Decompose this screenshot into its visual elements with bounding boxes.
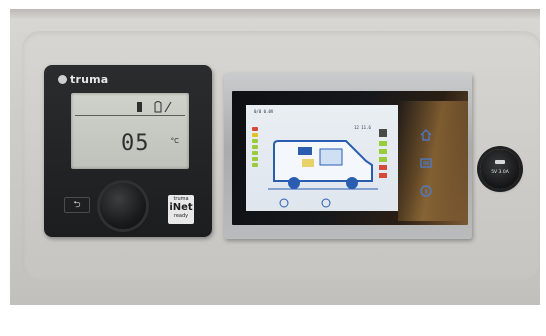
back-arrow-icon: ⮌ xyxy=(73,200,81,210)
vehicle-status-screen[interactable]: 0/0 0.0V 12 11.6 xyxy=(246,105,398,211)
glass-reflection xyxy=(398,101,468,221)
screen-status-right: 12 11.6 xyxy=(354,125,371,130)
screen-status-left: 0/0 0.0V xyxy=(254,109,274,114)
level-indicator-left xyxy=(252,127,260,169)
touch-display-frame: 0/0 0.0V 12 11.6 xyxy=(224,73,472,239)
truma-brand-label: truma xyxy=(70,73,109,86)
rotary-knob[interactable] xyxy=(100,183,146,229)
temperature-readout: 05 xyxy=(121,131,150,156)
photo: truma 05 °C ⮌ truma iNet ready 0/0 0.0V … xyxy=(10,9,540,305)
list-icon[interactable] xyxy=(420,157,432,169)
usb-port-icon xyxy=(495,160,505,164)
lcd-display: 05 °C xyxy=(71,93,189,169)
inet-badge-main: iNet xyxy=(169,202,193,213)
heating-icon xyxy=(137,101,172,113)
truma-control-panel: truma 05 °C ⮌ truma iNet ready xyxy=(44,65,212,237)
ceiling-trim xyxy=(10,9,540,19)
home-icon[interactable] xyxy=(420,129,432,141)
usb-socket[interactable]: 5V 3.0A xyxy=(480,149,520,189)
truma-logo-icon xyxy=(58,75,67,84)
usb-socket-label: 5V 3.0A xyxy=(491,170,509,175)
inet-badge-ready: ready xyxy=(173,213,189,219)
back-button[interactable]: ⮌ xyxy=(64,197,90,213)
lcd-divider xyxy=(75,115,185,116)
inet-ready-badge: truma iNet ready xyxy=(168,195,194,224)
level-indicator-right xyxy=(378,127,388,201)
bottom-nav-icons xyxy=(279,198,331,208)
temperature-unit: °C xyxy=(170,137,179,145)
motorhome-diagram xyxy=(268,140,378,190)
touch-display-glass: 0/0 0.0V 12 11.6 xyxy=(232,91,468,225)
info-icon[interactable] xyxy=(420,185,432,197)
